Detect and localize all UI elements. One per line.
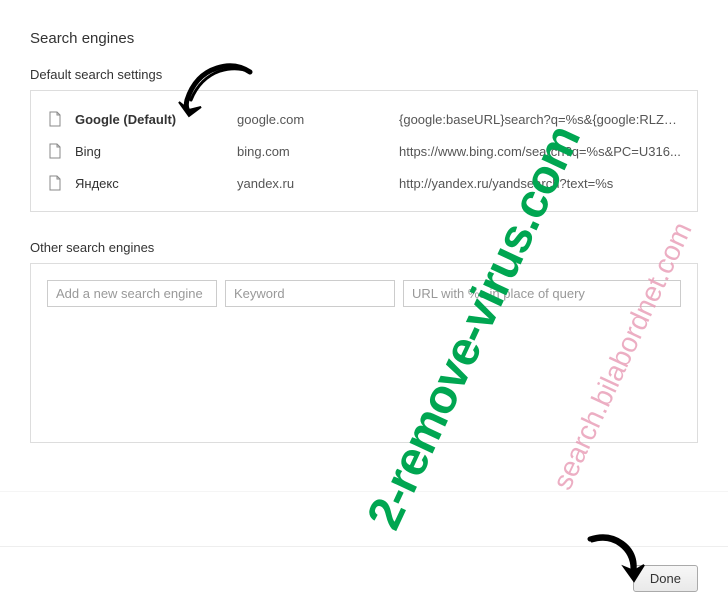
divider bbox=[0, 491, 728, 492]
engine-url: {google:baseURL}search?q=%s&{google:RLZ}… bbox=[399, 112, 681, 127]
add-engine-name-input[interactable] bbox=[47, 280, 217, 307]
default-section-title: Default search settings bbox=[30, 67, 698, 82]
other-engines-panel bbox=[30, 263, 698, 443]
page-title: Search engines bbox=[30, 30, 698, 47]
footer: Done bbox=[633, 565, 698, 592]
page-icon bbox=[47, 143, 63, 159]
engine-name: Bing bbox=[75, 144, 225, 159]
table-row[interactable]: Google (Default) google.com {google:base… bbox=[47, 103, 681, 135]
default-engines-panel: Google (Default) google.com {google:base… bbox=[30, 90, 698, 212]
engine-name: Google (Default) bbox=[75, 112, 225, 127]
add-engine-keyword-input[interactable] bbox=[225, 280, 395, 307]
add-engine-url-input[interactable] bbox=[403, 280, 681, 307]
engine-url: http://yandex.ru/yandsearch?text=%s bbox=[399, 176, 681, 191]
main-container: Search engines Default search settings G… bbox=[0, 0, 728, 463]
done-button[interactable]: Done bbox=[633, 565, 698, 592]
other-section-title: Other search engines bbox=[30, 240, 698, 255]
page-icon bbox=[47, 111, 63, 127]
engine-keyword: google.com bbox=[237, 112, 387, 127]
engine-name: Яндекс bbox=[75, 176, 225, 191]
table-row[interactable]: Bing bing.com https://www.bing.com/searc… bbox=[47, 135, 681, 167]
engine-keyword: bing.com bbox=[237, 144, 387, 159]
table-row[interactable]: Яндекс yandex.ru http://yandex.ru/yandse… bbox=[47, 167, 681, 199]
add-engine-row bbox=[47, 280, 681, 307]
engine-keyword: yandex.ru bbox=[237, 176, 387, 191]
engine-url: https://www.bing.com/search?q=%s&PC=U316… bbox=[399, 144, 681, 159]
page-icon bbox=[47, 175, 63, 191]
divider bbox=[0, 546, 728, 547]
